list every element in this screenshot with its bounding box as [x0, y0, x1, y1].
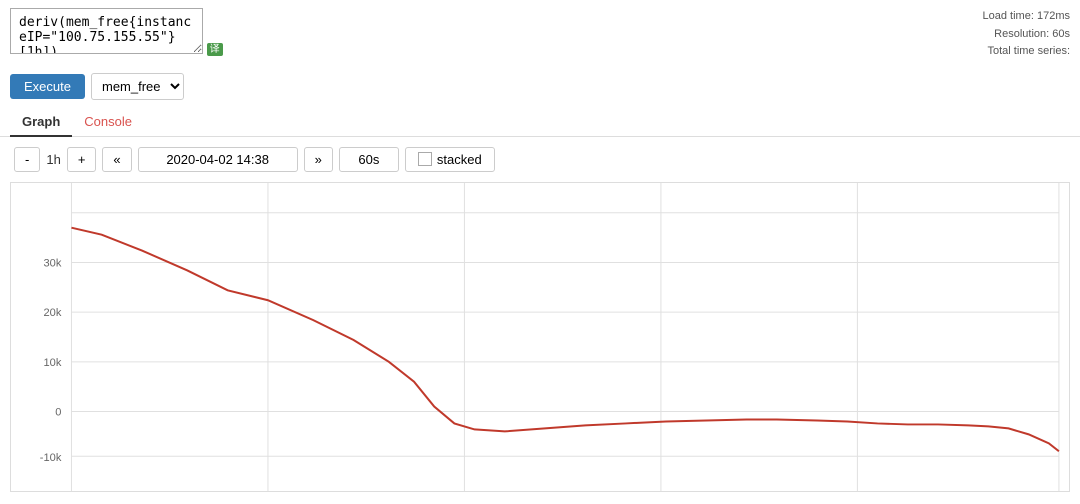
svg-text:-10k: -10k	[40, 452, 62, 464]
zoom-out-button[interactable]: -	[14, 147, 40, 172]
chart-container: 30k 20k 10k 0 -10k	[10, 182, 1070, 492]
svg-text:0: 0	[55, 406, 61, 418]
stats-box: Load time: 172ms Resolution: 60s Total t…	[920, 8, 1070, 61]
duration-label: 1h	[46, 152, 60, 167]
resolution: Resolution: 60s	[920, 26, 1070, 44]
graph-line	[71, 227, 1058, 451]
resolution-input[interactable]	[339, 147, 399, 172]
load-time: Load time: 172ms	[920, 8, 1070, 26]
metric-select[interactable]: mem_free	[91, 73, 184, 100]
translate-badge[interactable]: 译	[207, 43, 223, 56]
stacked-button[interactable]: stacked	[405, 147, 495, 172]
forward-button[interactable]: »	[304, 147, 333, 172]
zoom-in-button[interactable]: +	[67, 147, 97, 172]
top-bar: deriv(mem_free{instanceIP="100.75.155.55…	[0, 0, 1080, 69]
query-input[interactable]: deriv(mem_free{instanceIP="100.75.155.55…	[10, 8, 203, 54]
graph-toolbar: - 1h + « » stacked	[0, 137, 1080, 182]
stacked-checkbox-icon	[418, 152, 432, 166]
tab-graph[interactable]: Graph	[10, 108, 72, 137]
total-series: Total time series:	[920, 43, 1070, 61]
rewind-button[interactable]: «	[102, 147, 131, 172]
svg-text:20k: 20k	[44, 307, 62, 319]
execute-button[interactable]: Execute	[10, 74, 85, 99]
stacked-label: stacked	[437, 152, 482, 167]
controls-row: Execute mem_free	[0, 69, 1080, 104]
tab-console[interactable]: Console	[72, 108, 144, 137]
svg-text:30k: 30k	[44, 257, 62, 269]
datetime-input[interactable]	[138, 147, 298, 172]
tabs-row: Graph Console	[0, 108, 1080, 137]
chart-svg: 30k 20k 10k 0 -10k	[11, 183, 1069, 491]
svg-text:10k: 10k	[44, 357, 62, 369]
